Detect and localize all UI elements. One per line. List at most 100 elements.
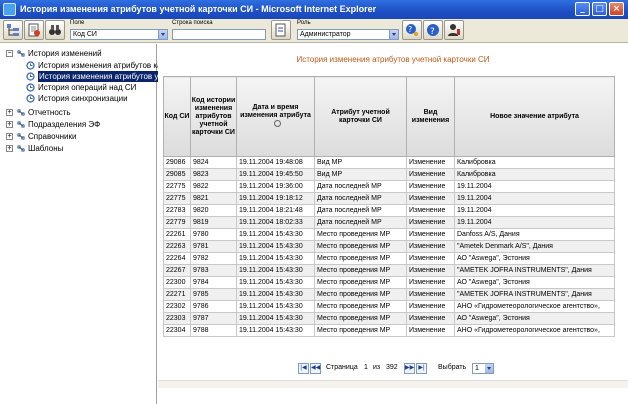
column-header-code[interactable]: Код СИ (163, 76, 191, 157)
table-cell: 22263 (163, 240, 191, 253)
table-cell: 19.11.2004 (454, 192, 615, 205)
document-icon (28, 23, 40, 37)
table-cell: Калибровка (454, 168, 615, 181)
column-header-change-type[interactable]: Вид изменения (406, 76, 455, 157)
table-cell: 29085 (163, 168, 191, 181)
chevron-down-icon (485, 364, 493, 373)
export-button[interactable] (24, 20, 44, 40)
folder-icon (16, 108, 25, 117)
folder-icon (16, 120, 25, 129)
table-row[interactable]: 22261 9780 19.11.2004 15:43:30 Место провед… (163, 228, 615, 241)
find-button[interactable] (45, 20, 65, 40)
column-header-history-code[interactable]: Код истории изменения атрибутов учетной … (190, 76, 237, 157)
user-icon (448, 24, 460, 36)
window-title: История изменения атрибутов учетной карт… (20, 4, 377, 14)
prev-page-button[interactable]: ◀◀ (310, 363, 321, 374)
table-row[interactable]: 22300 9784 19.11.2004 15:43:30 Место провед… (163, 276, 615, 289)
role-label: Роль (297, 20, 311, 26)
table-cell: 9780 (190, 228, 237, 241)
maximize-button[interactable]: □ (592, 2, 607, 16)
chevron-down-icon (158, 30, 167, 39)
table-cell: Изменение (406, 252, 455, 265)
table-cell: 19.11.2004 15:43:30 (236, 240, 315, 253)
table-cell: 22300 (163, 276, 191, 289)
table-row[interactable]: 22271 9785 19.11.2004 15:43:30 Место провед… (163, 288, 615, 301)
title-bar: История изменения атрибутов учетной карт… (0, 0, 628, 19)
collapse-icon[interactable]: − (6, 50, 13, 57)
page-select[interactable]: 1 (472, 363, 494, 374)
help-button[interactable]: ? (423, 20, 443, 40)
column-header-new-value[interactable]: Новое значение атрибута (454, 76, 615, 157)
table-row[interactable]: 22783 9820 19.11.2004 18:21:48 Дата последн… (163, 204, 615, 217)
user-search-icon: ? (406, 24, 418, 36)
table-cell: 22271 (163, 288, 191, 301)
select-page-label: Выбрать (438, 364, 467, 371)
table-cell: 9819 (190, 216, 237, 229)
navigation-tree: − История изменений История изменения атри… (0, 44, 169, 404)
column-header-datetime[interactable]: Дата и время изменения атрибута (236, 76, 315, 157)
tree-item-label: Справочники (28, 132, 77, 141)
table-cell: 9782 (190, 252, 237, 265)
table-cell: 22267 (163, 264, 191, 277)
table-cell: Место проведения МР (314, 300, 407, 313)
field-select[interactable]: Код СИ (70, 29, 168, 40)
tree-item-label: История синхронизации (38, 94, 128, 103)
table-cell: АНО «Гидрометеорологическое агентство», (454, 324, 615, 337)
table-row[interactable]: 29085 9823 19.11.2004 19:45:50 Вид МР Измене… (163, 168, 615, 181)
table-cell: 22261 (163, 228, 191, 241)
table-row[interactable]: 22303 9787 19.11.2004 15:43:30 Место провед… (163, 312, 615, 325)
search-icon (275, 23, 286, 37)
table-cell: Калибровка (454, 156, 615, 169)
first-page-button[interactable]: |◀ (298, 363, 309, 374)
table-cell: Изменение (406, 264, 455, 277)
table-cell: 22775 (163, 192, 191, 205)
table-row[interactable]: 22267 9783 19.11.2004 15:43:30 Место провед… (163, 264, 615, 277)
table-cell: Место проведения МР (314, 312, 407, 325)
expand-icon[interactable]: + (6, 133, 13, 140)
table-cell: Дата последней МР (314, 216, 407, 229)
expand-icon[interactable]: + (6, 109, 13, 116)
table-cell: 22304 (163, 324, 191, 337)
binoculars-icon (49, 25, 61, 35)
last-page-button[interactable]: ▶| (416, 363, 427, 374)
tree-toggle-button[interactable] (3, 20, 23, 40)
horizontal-scrollbar[interactable] (158, 380, 628, 388)
expand-icon[interactable]: + (6, 145, 13, 152)
table-row[interactable]: 22264 9782 19.11.2004 15:43:30 Место провед… (163, 252, 615, 265)
minimize-button[interactable]: _ (575, 2, 590, 16)
table-row[interactable]: 22263 9781 19.11.2004 15:43:30 Место провед… (163, 240, 615, 253)
search-input[interactable] (172, 29, 266, 40)
table-cell: 19.11.2004 15:43:30 (236, 252, 315, 265)
table-cell: АО "Aswega", Эстония (454, 312, 615, 325)
table-cell: 19.11.2004 18:21:48 (236, 204, 315, 217)
tree-item-label: История изменений (28, 49, 102, 58)
table-row[interactable]: 22775 9821 19.11.2004 19:18:12 Дата последн… (163, 192, 615, 205)
table-cell: Место проведения МР (314, 288, 407, 301)
field-label: Поле (70, 20, 85, 26)
table-cell: АНО «Гидрометеорологическое агентство», (454, 300, 615, 313)
table-cell: Место проведения МР (314, 324, 407, 337)
table-row[interactable]: 22775 9822 19.11.2004 19:36:00 Дата последн… (163, 180, 615, 193)
table-row[interactable]: 29086 9824 19.11.2004 19:48:08 Вид МР Измене… (163, 156, 615, 169)
table-cell: Изменение (406, 300, 455, 313)
tree-icon (7, 24, 19, 36)
table-cell: 9785 (190, 288, 237, 301)
table-row[interactable]: 22304 9788 19.11.2004 15:43:30 Место провед… (163, 324, 615, 337)
role-select[interactable]: Администратор (297, 29, 399, 40)
expand-icon[interactable]: + (6, 121, 13, 128)
table-cell: 19.11.2004 19:48:08 (236, 156, 315, 169)
table-row[interactable]: 22779 9819 19.11.2004 18:02:33 Дата последн… (163, 216, 615, 229)
svg-text:?: ? (430, 27, 435, 37)
search-button[interactable] (271, 20, 291, 40)
table-row[interactable]: 22302 9786 19.11.2004 15:43:30 Место провед… (163, 300, 615, 313)
column-header-attribute[interactable]: Атрибут учетной карточки СИ (314, 76, 407, 157)
current-page: 1 (364, 364, 368, 371)
table-cell: Изменение (406, 276, 455, 289)
close-button[interactable]: × (609, 2, 624, 16)
help-icon: ? (427, 24, 439, 37)
next-page-button[interactable]: ▶▶ (404, 363, 415, 374)
user-button[interactable] (444, 20, 464, 40)
user-search-button[interactable]: ? (402, 20, 422, 40)
table-cell: 9783 (190, 264, 237, 277)
page-title: История изменения атрибутов учетной карт… (296, 55, 490, 64)
